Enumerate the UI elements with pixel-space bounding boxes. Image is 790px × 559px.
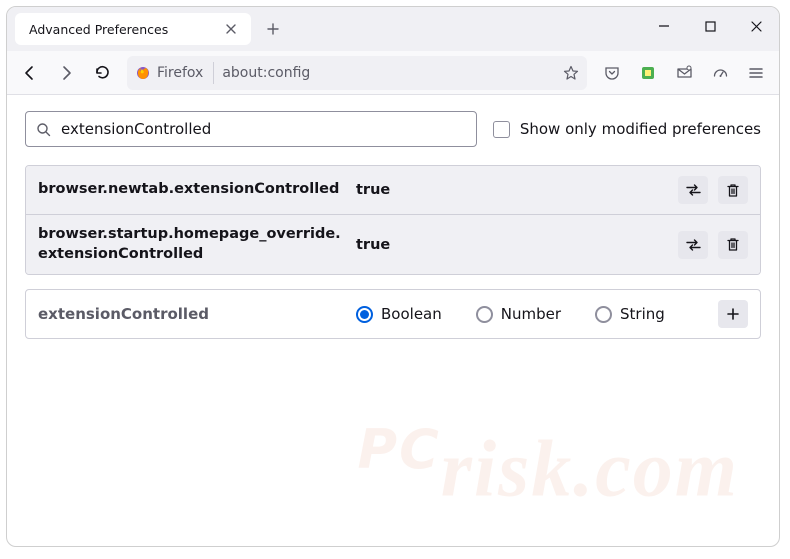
- new-tab-button[interactable]: [257, 13, 289, 45]
- delete-button[interactable]: [718, 231, 748, 259]
- type-string-radio[interactable]: String: [595, 305, 665, 323]
- mail-icon[interactable]: [667, 56, 701, 90]
- checkbox-icon: [493, 121, 510, 138]
- type-options: Boolean Number String: [348, 305, 718, 323]
- close-tab-icon[interactable]: [219, 17, 243, 41]
- pref-actions: [678, 231, 748, 259]
- pref-value: true: [348, 182, 678, 198]
- maximize-button[interactable]: [687, 7, 733, 45]
- pref-name: browser.startup.homepage_override.extens…: [38, 225, 348, 264]
- radio-icon: [356, 306, 373, 323]
- radio-icon: [476, 306, 493, 323]
- search-input[interactable]: [61, 120, 466, 138]
- show-modified-checkbox[interactable]: Show only modified preferences: [493, 120, 761, 138]
- tab-title: Advanced Preferences: [29, 22, 219, 37]
- add-pref-section: extensionControlled Boolean Number Strin…: [25, 289, 761, 339]
- radio-label: Boolean: [381, 305, 442, 323]
- window-controls: [641, 7, 779, 45]
- radio-icon: [595, 306, 612, 323]
- firefox-logo-icon: [135, 65, 151, 81]
- browser-tab[interactable]: Advanced Preferences: [15, 13, 251, 45]
- pref-value: true: [348, 237, 678, 253]
- close-window-button[interactable]: [733, 7, 779, 45]
- forward-button[interactable]: [49, 56, 83, 90]
- delete-button[interactable]: [718, 176, 748, 204]
- pref-actions: [678, 176, 748, 204]
- watermark: PCrisk.com: [358, 418, 739, 516]
- pref-name: browser.newtab.extensionControlled: [38, 180, 348, 200]
- pref-row[interactable]: browser.startup.homepage_override.extens…: [26, 214, 760, 274]
- checkbox-label: Show only modified preferences: [520, 120, 761, 138]
- radio-label: String: [620, 305, 665, 323]
- identity-box[interactable]: Firefox: [135, 62, 214, 84]
- hamburger-menu-icon[interactable]: [739, 56, 773, 90]
- dashboard-icon[interactable]: [703, 56, 737, 90]
- toggle-button[interactable]: [678, 176, 708, 204]
- prefs-list: browser.newtab.extensionControlled true …: [25, 165, 761, 275]
- radio-label: Number: [501, 305, 561, 323]
- back-button[interactable]: [13, 56, 47, 90]
- pocket-icon[interactable]: [595, 56, 629, 90]
- about-config-content: Show only modified preferences browser.n…: [7, 95, 779, 546]
- search-icon: [36, 122, 51, 137]
- pref-row[interactable]: browser.newtab.extensionControlled true: [26, 166, 760, 214]
- nav-toolbar: Firefox about:config: [7, 51, 779, 95]
- search-row: Show only modified preferences: [25, 111, 761, 147]
- type-number-radio[interactable]: Number: [476, 305, 561, 323]
- toggle-button[interactable]: [678, 231, 708, 259]
- add-pref-row: extensionControlled Boolean Number Strin…: [26, 290, 760, 338]
- reload-button[interactable]: [85, 56, 119, 90]
- app-window: Advanced Preferences: [6, 6, 780, 547]
- extension-icon[interactable]: [631, 56, 665, 90]
- minimize-button[interactable]: [641, 7, 687, 45]
- type-boolean-radio[interactable]: Boolean: [356, 305, 442, 323]
- search-box[interactable]: [25, 111, 477, 147]
- identity-label: Firefox: [157, 65, 203, 81]
- new-pref-name: extensionControlled: [38, 305, 348, 323]
- url-bar[interactable]: Firefox about:config: [127, 56, 587, 90]
- add-button[interactable]: [718, 300, 748, 328]
- titlebar: Advanced Preferences: [7, 7, 779, 51]
- url-text: about:config: [222, 65, 555, 81]
- bookmark-star-icon[interactable]: [563, 65, 579, 81]
